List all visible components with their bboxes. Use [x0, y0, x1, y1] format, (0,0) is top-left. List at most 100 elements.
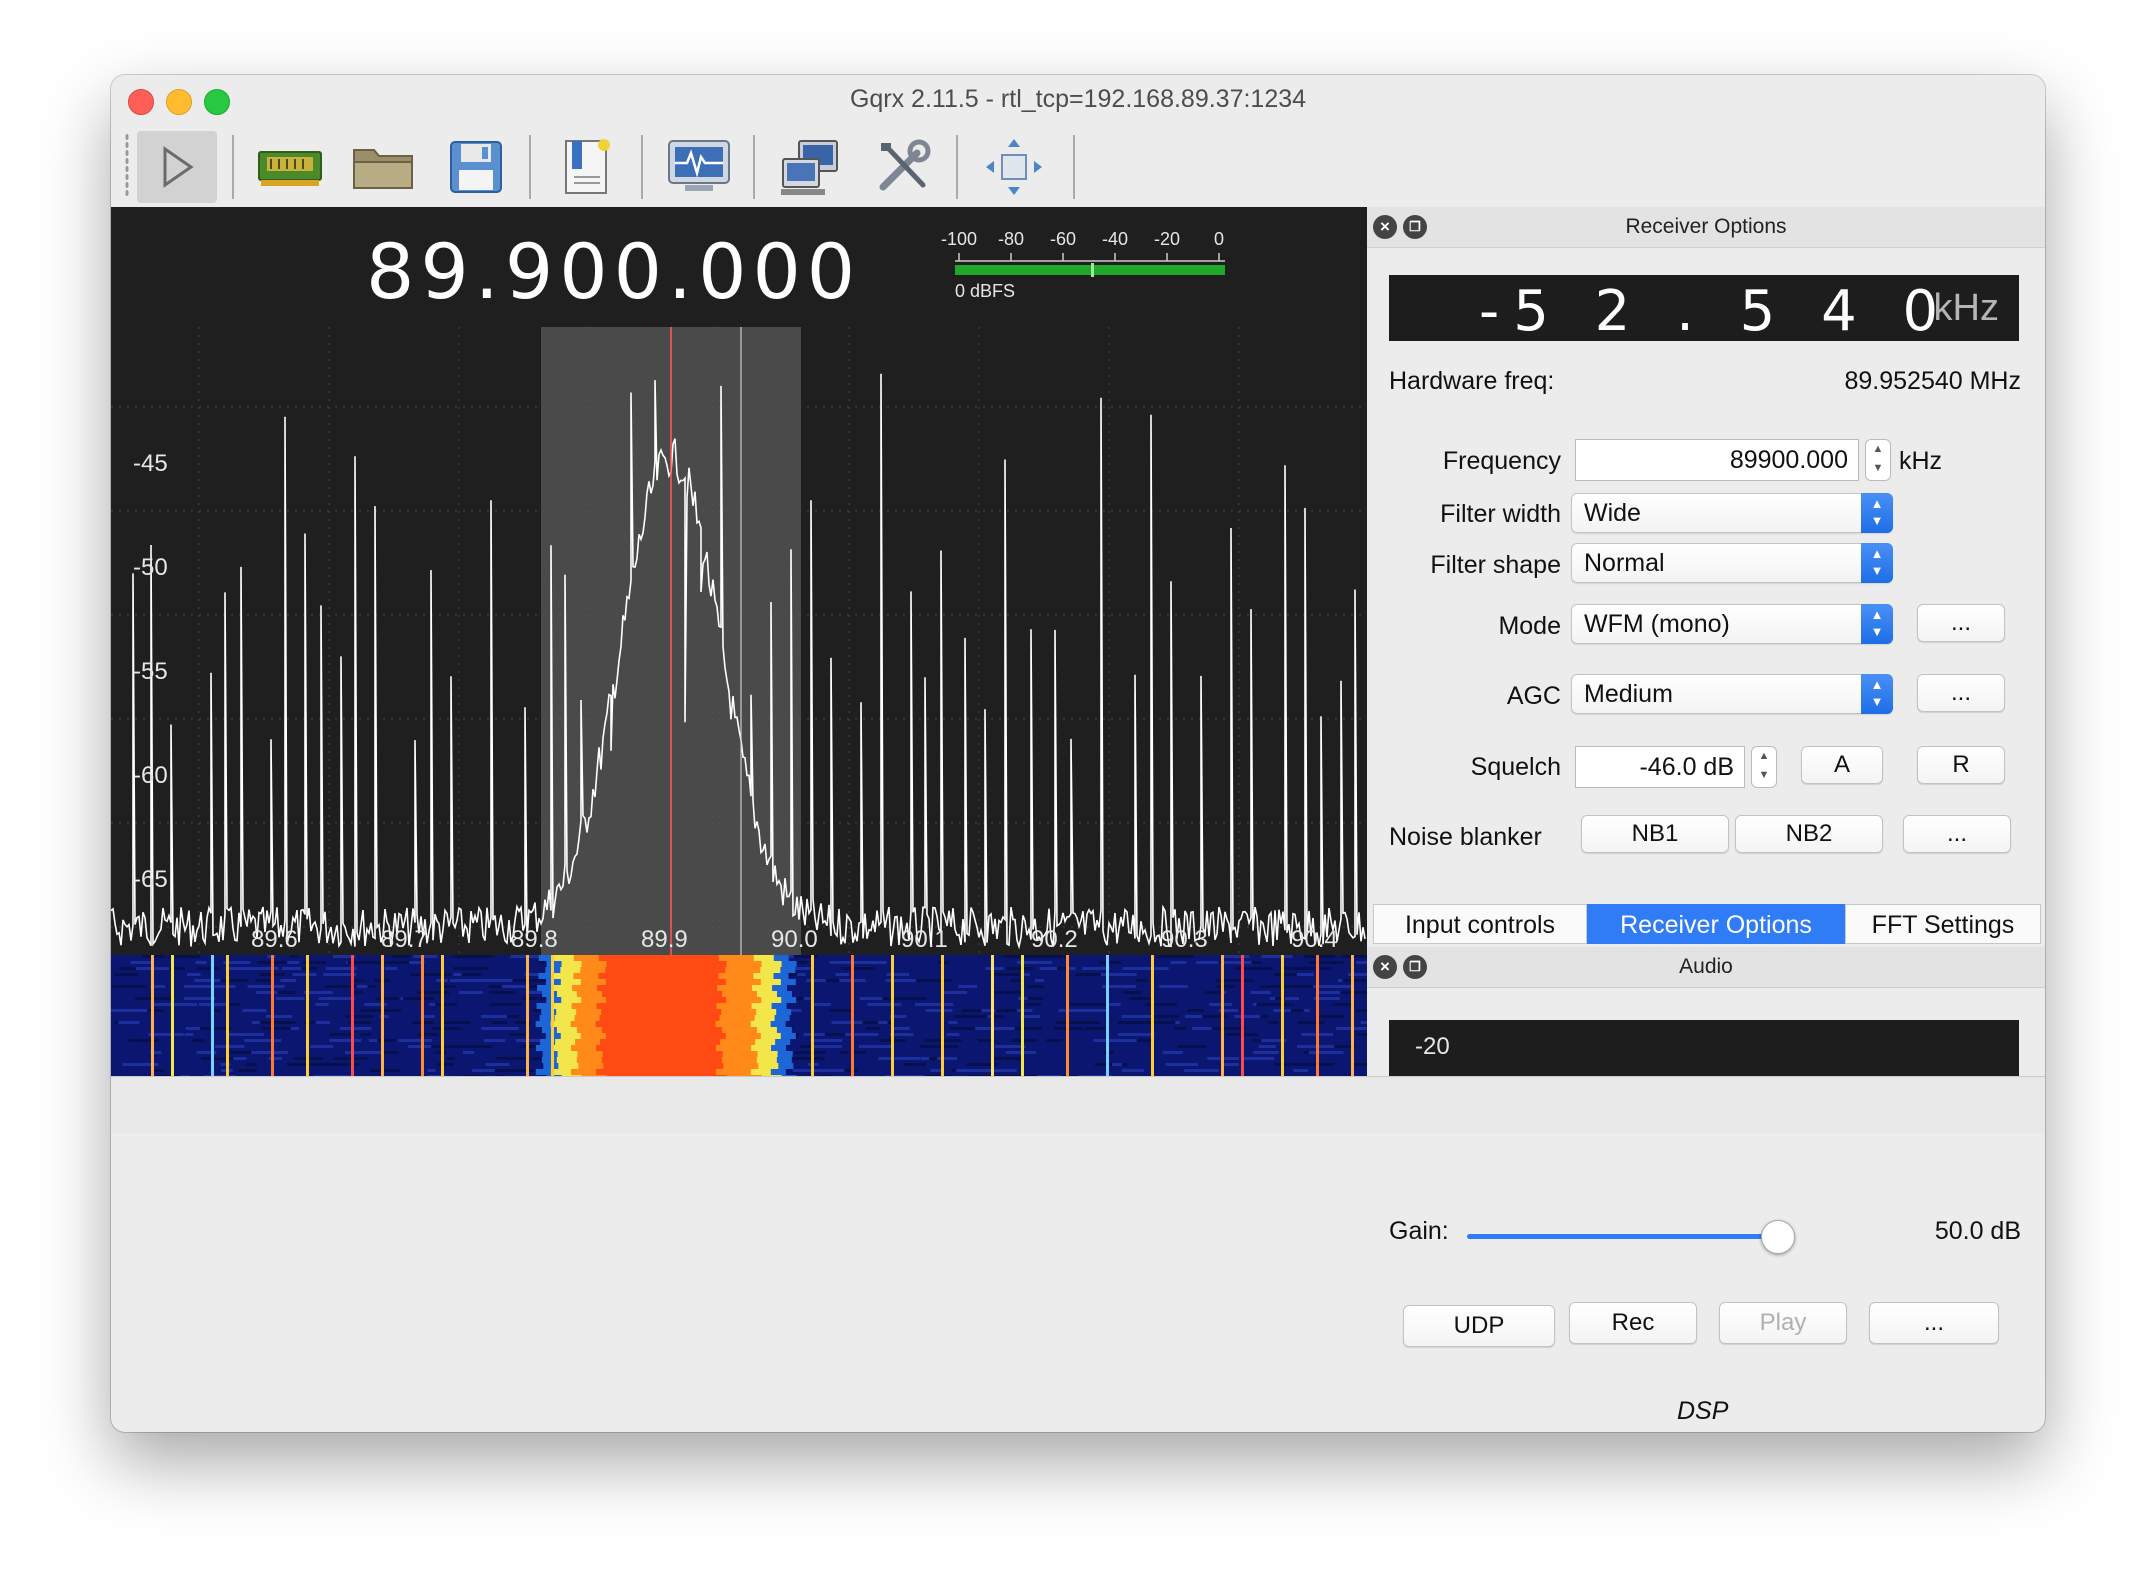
waterfall-noise	[1137, 1039, 1152, 1042]
squelch-input[interactable]: -46.0 dB	[1575, 746, 1745, 788]
waterfall-signal-peak	[601, 1057, 722, 1063]
waterfall-noise	[1164, 1003, 1174, 1006]
waterfall-noise	[1341, 955, 1367, 958]
waterfall-carrier-line	[1066, 955, 1069, 1076]
waterfall-noise	[813, 1045, 842, 1048]
x-axis-label: 90.2	[1031, 926, 1078, 953]
waterfall-noise	[1342, 979, 1367, 982]
waterfall-noise	[860, 1021, 894, 1024]
hardware-board-icon	[258, 151, 322, 186]
record-button[interactable]: Rec	[1569, 1302, 1697, 1344]
waterfall-noise	[437, 1063, 454, 1066]
open-file-button[interactable]	[343, 131, 423, 203]
waterfall-noise	[186, 973, 201, 976]
waterfall-noise	[1170, 961, 1187, 964]
waterfall-noise	[867, 1003, 902, 1006]
agc-select[interactable]: Medium ▲ ▼	[1571, 674, 1893, 714]
waterfall-noise	[1315, 1015, 1345, 1018]
meter-scale-label: -20	[1154, 229, 1180, 249]
audio-options-button[interactable]: ...	[1869, 1302, 1999, 1344]
nb1-toggle[interactable]: NB1	[1581, 815, 1729, 853]
waterfall-noise	[1177, 1045, 1207, 1048]
tab-fft-settings[interactable]: FFT Settings	[1845, 904, 2041, 944]
waterfall-noise	[946, 1033, 960, 1036]
waterfall-noise	[1221, 955, 1250, 958]
waterfall-noise	[413, 955, 438, 958]
waterfall-noise	[360, 1009, 392, 1012]
fullscreen-button[interactable]	[974, 131, 1054, 203]
waterfall-noise	[825, 979, 840, 982]
waterfall-noise	[1121, 1015, 1151, 1018]
offset-unit: kHz	[1933, 287, 1999, 329]
waterfall-noise	[531, 1057, 544, 1060]
waterfall-noise	[128, 985, 138, 988]
bookmarks-button[interactable]	[547, 131, 627, 203]
waterfall-noise	[481, 1027, 519, 1030]
filter-width-select[interactable]: Wide ▲ ▼	[1571, 493, 1893, 533]
dsp-view-button[interactable]	[659, 131, 739, 203]
mode-select[interactable]: WFM (mono) ▲ ▼	[1571, 604, 1893, 644]
agc-options-button[interactable]: ...	[1917, 674, 2005, 712]
waterfall-noise	[1187, 1009, 1205, 1012]
tab-input-controls[interactable]: Input controls	[1373, 904, 1587, 944]
waterfall-noise	[173, 1003, 197, 1006]
squelch-reset-button[interactable]: R	[1917, 746, 2005, 784]
y-axis-label: -50	[133, 554, 168, 581]
waterfall-noise	[403, 997, 435, 1000]
waterfall-noise	[839, 1051, 848, 1054]
squelch-stepper[interactable]: ▲ ▼	[1751, 746, 1777, 788]
play-icon	[163, 146, 194, 188]
squelch-auto-button[interactable]: A	[1801, 746, 1883, 784]
gain-slider-knob[interactable]	[1761, 1220, 1795, 1254]
waterfall-noise	[992, 1057, 1023, 1060]
nb2-toggle[interactable]: NB2	[1735, 815, 1883, 853]
waterfall-noise	[1204, 991, 1221, 994]
waterfall-noise	[384, 967, 398, 970]
toolbar-separator	[232, 135, 234, 199]
waterfall-noise	[1241, 1057, 1266, 1060]
waterfall-noise	[111, 1009, 148, 1012]
waterfall-noise	[1026, 985, 1045, 988]
io-devices-button[interactable]	[250, 131, 330, 203]
spectrum-waterfall-plot[interactable]: -45-50-55-60-65-7089.689.789.889.990.090…	[111, 207, 1367, 1076]
noise-blanker-options-button[interactable]: ...	[1903, 815, 2011, 853]
waterfall-signal-peak	[595, 1021, 716, 1027]
settings-button[interactable]	[863, 131, 943, 203]
waterfall-noise	[1192, 1027, 1212, 1030]
waterfall-noise	[242, 1009, 267, 1012]
remote-control-button[interactable]	[771, 131, 851, 203]
waterfall-noise	[1320, 1033, 1331, 1036]
filter-shape-select[interactable]: Normal ▲ ▼	[1571, 543, 1893, 583]
x-axis-label: 89.9	[641, 926, 688, 953]
waterfall-noise	[1058, 1009, 1097, 1012]
play-button[interactable]: Play	[1719, 1302, 1847, 1344]
start-dsp-button[interactable]	[137, 131, 217, 203]
mode-options-button[interactable]: ...	[1917, 604, 2005, 642]
y-axis-label: -65	[133, 866, 168, 893]
waterfall-noise	[803, 1033, 825, 1036]
frequency-display[interactable]: 89.900.000	[366, 227, 861, 316]
waterfall-noise	[499, 1057, 527, 1060]
toolbar-handle[interactable]	[125, 133, 129, 197]
waterfall-carrier-line	[991, 955, 994, 1076]
gain-slider-track[interactable]	[1467, 1234, 1777, 1239]
waterfall-noise	[1333, 1045, 1344, 1048]
save-settings-button[interactable]	[436, 131, 516, 203]
udp-button[interactable]: UDP	[1403, 1305, 1555, 1347]
gqrx-window: Gqrx 2.11.5 - rtl_tcp=192.168.89.37:1234	[111, 75, 2045, 1432]
tab-receiver-options[interactable]: Receiver Options	[1587, 904, 1845, 944]
spectrum-plot[interactable]: -45-50-55-60-65-7089.689.789.889.990.090…	[111, 207, 1367, 1076]
waterfall-carrier-line	[151, 955, 154, 1076]
waterfall-noise	[992, 991, 1024, 994]
frequency-stepper[interactable]: ▲ ▼	[1865, 439, 1891, 481]
waterfall-noise	[1234, 1015, 1261, 1018]
waterfall-noise	[441, 1021, 471, 1024]
waterfall-noise	[216, 979, 249, 982]
waterfall-noise	[1318, 991, 1341, 994]
gain-value: 50.0 dB	[1934, 1217, 2021, 1245]
waterfall-carrier-line	[211, 955, 214, 1076]
agc-value: Medium	[1584, 680, 1673, 708]
frequency-input[interactable]: 89900.000	[1575, 439, 1859, 481]
waterfall-noise	[494, 1069, 526, 1072]
offset-frequency-lcd[interactable]: -5 2 . 5 4 0 kHz	[1389, 275, 2019, 344]
